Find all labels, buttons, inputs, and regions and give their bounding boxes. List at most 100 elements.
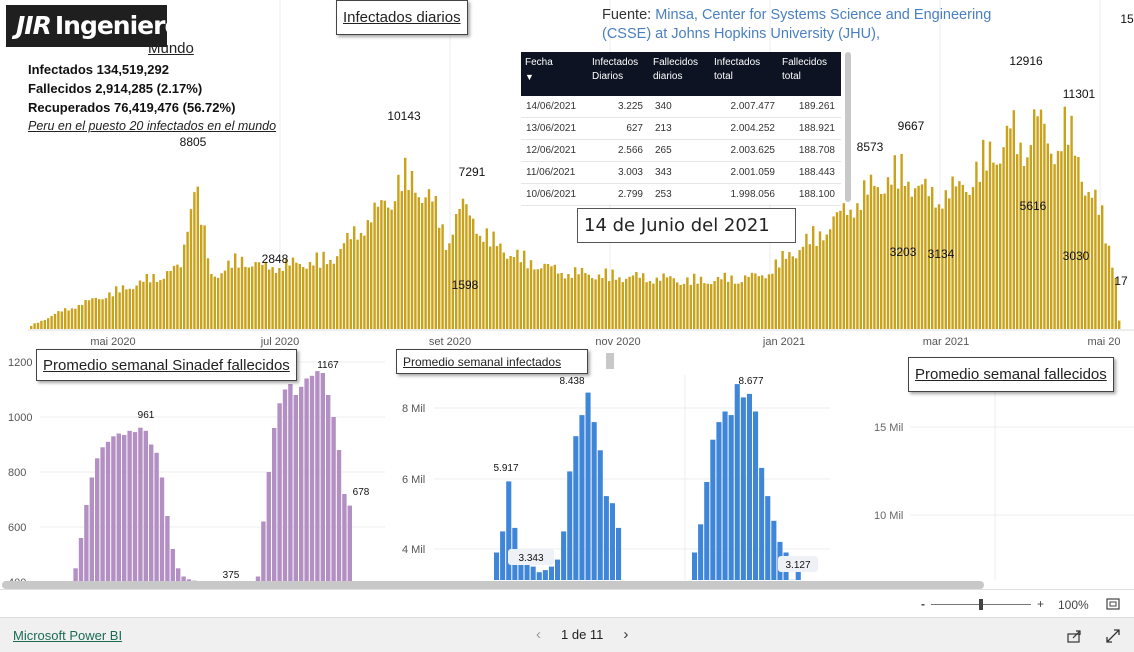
daily-infection-bar bbox=[1050, 153, 1053, 329]
cell-infectados-total: 2.004.252 bbox=[730, 123, 776, 134]
daily-infection-bar bbox=[1012, 110, 1015, 329]
cell-fallecidos-total: 188.100 bbox=[798, 189, 835, 200]
daily-infection-bar bbox=[863, 180, 866, 329]
peru-rank-note[interactable]: Peru en el puesto 20 infectados en el mu… bbox=[28, 119, 276, 133]
fit-to-page-icon[interactable] bbox=[1106, 598, 1120, 610]
daily-infection-bar bbox=[70, 308, 74, 329]
table-row[interactable]: 10/06/2021 2.799 253 1.998.056 188.100 bbox=[521, 184, 841, 206]
previous-page-button[interactable]: ‹ bbox=[536, 626, 541, 643]
zoom-out-button[interactable]: - bbox=[921, 597, 925, 611]
daily-infection-bar bbox=[937, 204, 941, 329]
page-horizontal-scrollbar[interactable] bbox=[2, 581, 984, 589]
source-text: Fuente: Minsa, Center for Systems Scienc… bbox=[602, 6, 1022, 44]
table-row[interactable]: 14/06/2021 3.225 340 2.007.477 189.261 bbox=[521, 96, 841, 118]
daily-infection-bar bbox=[965, 191, 968, 329]
daily-infection-bar bbox=[628, 276, 631, 329]
sinadef-title: Promedio semanal Sinadef fallecidos bbox=[36, 349, 297, 381]
daily-infection-bar bbox=[298, 263, 301, 329]
zoom-in-button[interactable]: + bbox=[1037, 597, 1044, 611]
daily-infection-bar bbox=[543, 263, 546, 329]
sinadef-bar bbox=[170, 549, 175, 585]
table-row[interactable]: 11/06/2021 3.003 343 2.001.059 188.443 bbox=[521, 162, 841, 184]
source-link[interactable]: Minsa, Center for Systems Science and En… bbox=[602, 7, 991, 42]
daily-infection-bar bbox=[825, 234, 828, 329]
power-bi-link[interactable]: Microsoft Power BI bbox=[13, 628, 122, 643]
daily-infection-bar bbox=[489, 246, 492, 329]
fullscreen-icon[interactable] bbox=[1106, 629, 1120, 643]
cell-fallecidos-total: 188.921 bbox=[798, 123, 835, 134]
daily-infection-bar bbox=[329, 259, 332, 329]
col-header-fallecidos-total[interactable]: Fallecidos total bbox=[778, 52, 841, 96]
weekly-infections-scrollbar[interactable] bbox=[606, 353, 614, 369]
daily-infection-bar bbox=[30, 325, 33, 329]
world-infected: Infectados 134,519,292 bbox=[28, 62, 169, 77]
daily-infection-bar bbox=[135, 285, 138, 329]
weekly-infection-bar bbox=[536, 572, 542, 580]
daily-infection-bar bbox=[910, 196, 913, 329]
daily-infection-bar bbox=[1056, 150, 1060, 329]
y-tick-label: 1000 bbox=[8, 412, 32, 424]
data-label: 12916 bbox=[1009, 54, 1043, 68]
col-header-infectados-total[interactable]: Infectados total bbox=[710, 52, 778, 96]
daily-infection-bar bbox=[846, 215, 849, 329]
daily-infection-bar bbox=[621, 282, 624, 329]
weekly-infection-bar bbox=[740, 397, 746, 580]
daily-infection-bar bbox=[152, 274, 155, 329]
data-label: 3134 bbox=[928, 247, 955, 261]
cell-infectados-diarios: 2.799 bbox=[617, 189, 643, 200]
daily-infection-bar bbox=[176, 264, 179, 329]
daily-infection-bar bbox=[155, 281, 159, 329]
daily-infection-bar bbox=[597, 274, 601, 329]
col-header-fallecidos-diarios[interactable]: Fallecidos diarios bbox=[649, 52, 710, 96]
daily-infection-bar bbox=[336, 256, 339, 329]
daily-infection-bar bbox=[353, 226, 356, 329]
daily-infection-bar bbox=[291, 257, 295, 329]
weekly-infection-bar bbox=[716, 422, 722, 580]
y-tick-label: 10 Mil bbox=[874, 510, 903, 522]
sinadef-bar bbox=[89, 477, 94, 585]
daily-infection-bar bbox=[434, 196, 437, 329]
daily-infection-bar bbox=[172, 265, 176, 329]
weekly-infection-bar bbox=[771, 520, 777, 580]
weekly-infection-bar bbox=[579, 415, 585, 580]
sinadef-bar bbox=[143, 430, 148, 585]
daily-infection-bar bbox=[145, 274, 148, 329]
daily-infection-bar bbox=[325, 264, 329, 329]
sinadef-bar bbox=[84, 505, 89, 585]
daily-infection-bar bbox=[94, 297, 97, 329]
table-row[interactable]: 13/06/2021 627 213 2.004.252 188.921 bbox=[521, 118, 841, 140]
data-label: 9667 bbox=[898, 119, 925, 133]
sinadef-bar bbox=[261, 521, 266, 585]
next-page-button[interactable]: › bbox=[623, 626, 628, 643]
share-icon[interactable] bbox=[1067, 629, 1083, 643]
daily-infection-bar bbox=[835, 212, 839, 329]
sinadef-bar bbox=[272, 428, 277, 585]
cell-infectados-diarios: 3.225 bbox=[617, 101, 643, 112]
daily-infection-bar bbox=[580, 267, 584, 329]
daily-infection-bar bbox=[723, 272, 726, 329]
daily-infection-bar bbox=[138, 280, 142, 329]
weekly-infection-bar bbox=[759, 467, 765, 580]
sort-desc-icon[interactable]: ▼ bbox=[525, 72, 534, 82]
daily-infection-bar bbox=[999, 163, 1002, 329]
daily-infection-bar bbox=[961, 184, 964, 329]
daily-infection-bar bbox=[50, 316, 53, 329]
y-tick-label: 8 Mil bbox=[402, 403, 425, 415]
daily-infection-bar bbox=[1002, 147, 1005, 329]
daily-infection-bar bbox=[801, 246, 805, 329]
daily-infection-bar bbox=[982, 139, 985, 329]
table-scrollbar[interactable] bbox=[845, 52, 851, 202]
daily-infection-bar bbox=[302, 267, 305, 329]
col-header-fecha[interactable]: Fecha ▼ bbox=[521, 52, 588, 96]
daily-infection-bar bbox=[594, 279, 597, 329]
daily-infection-bar bbox=[444, 250, 448, 329]
daily-infection-bar bbox=[57, 311, 60, 329]
daily-infection-bar bbox=[64, 308, 67, 329]
daily-infection-bar bbox=[795, 258, 798, 329]
zoom-slider-thumb[interactable] bbox=[979, 599, 983, 610]
daily-infection-bar bbox=[502, 252, 505, 329]
daily-infection-bar bbox=[815, 245, 818, 329]
col-header-infectados-diarios[interactable]: Infectados Diarios bbox=[588, 52, 649, 96]
table-row[interactable]: 12/06/2021 2.566 265 2.003.625 188.708 bbox=[521, 140, 841, 162]
data-label: 8573 bbox=[857, 140, 884, 154]
